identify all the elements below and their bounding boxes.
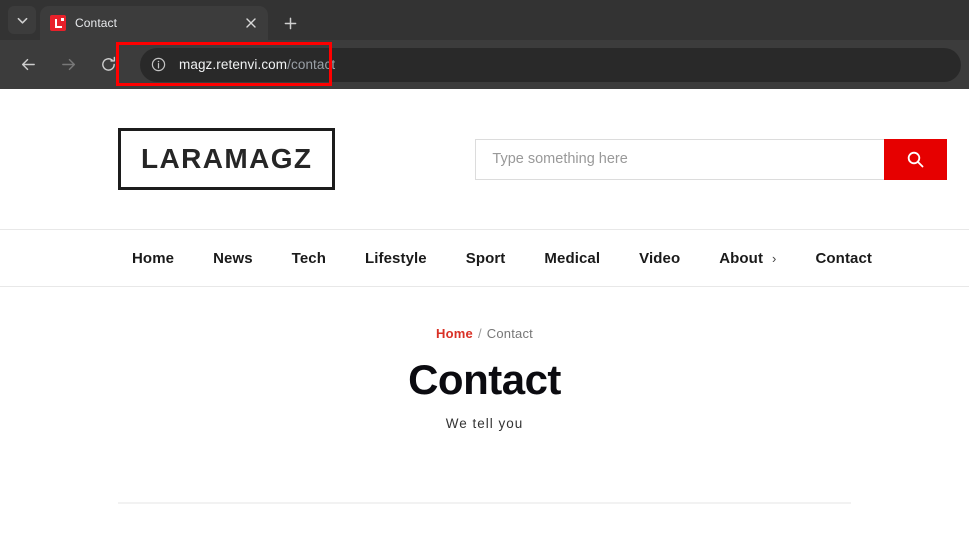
- section-divider: [118, 502, 851, 505]
- breadcrumb: Home / Contact: [0, 326, 969, 341]
- page-title: Contact: [408, 356, 561, 403]
- reload-icon: [101, 56, 115, 71]
- url-host: magz.retenvi.com: [179, 57, 288, 72]
- nav-item-news[interactable]: News: [213, 250, 253, 267]
- tab-strip: Contact: [0, 0, 969, 40]
- tab-title: Contact: [75, 16, 118, 30]
- nav-label: Video: [639, 249, 681, 267]
- nav-label: About: [719, 249, 764, 267]
- site-logo[interactable]: LARAMAGZ: [118, 128, 336, 190]
- chevron-right-icon: ›: [772, 250, 777, 266]
- nav-item-contact[interactable]: Contact: [815, 250, 872, 267]
- breadcrumb-link-home[interactable]: Home: [436, 326, 473, 341]
- omnibox-container: magz.retenvi.com/contact: [140, 47, 961, 82]
- breadcrumb-current: Contact: [486, 326, 533, 341]
- page-content: LARAMAGZ Home News Tech: [0, 89, 969, 555]
- plus-icon: [284, 17, 296, 29]
- page-subtitle: We tell you: [445, 416, 524, 432]
- page-hero: Home / Contact Contact We tell you: [0, 287, 969, 431]
- nav-label: Home: [132, 249, 175, 267]
- search-button[interactable]: [884, 138, 947, 180]
- search-input[interactable]: [475, 138, 884, 180]
- nav-item-video[interactable]: Video: [639, 250, 680, 267]
- site-search: [475, 138, 947, 180]
- nav-label: Tech: [291, 249, 326, 267]
- info-circle-icon: [151, 57, 165, 72]
- nav-item-sport[interactable]: Sport: [466, 250, 506, 267]
- main-navigation: Home News Tech Lifestyle Sport Medical V…: [0, 229, 969, 287]
- tab-close-button[interactable]: [242, 14, 260, 32]
- browser-window: Contact magz.retenvi.com/contact LARAMAG…: [0, 0, 969, 555]
- url-path: /contact: [287, 57, 336, 72]
- close-icon: [246, 18, 256, 28]
- site-info-button[interactable]: [145, 52, 171, 78]
- breadcrumb-separator: /: [477, 326, 482, 341]
- nav-item-tech[interactable]: Tech: [292, 250, 326, 267]
- forward-button[interactable]: [53, 50, 83, 80]
- site-header: LARAMAGZ: [0, 89, 969, 229]
- browser-toolbar: magz.retenvi.com/contact: [0, 40, 969, 89]
- nav-label: Contact: [815, 249, 873, 267]
- back-arrow-icon: [21, 58, 35, 71]
- nav-label: Sport: [465, 249, 506, 267]
- url-text: magz.retenvi.com/contact: [179, 57, 335, 72]
- new-tab-button[interactable]: [276, 9, 304, 37]
- forward-arrow-icon: [61, 58, 75, 71]
- nav-item-medical[interactable]: Medical: [544, 250, 600, 267]
- chevron-down-icon: [17, 17, 27, 24]
- nav-item-home[interactable]: Home: [132, 250, 174, 267]
- site-logo-text: LARAMAGZ: [141, 143, 313, 174]
- nav-label: Medical: [544, 249, 601, 267]
- laravel-logo-icon: [50, 15, 66, 31]
- nav-item-about[interactable]: About ›: [719, 250, 776, 267]
- back-button[interactable]: [13, 50, 43, 80]
- nav-item-lifestyle[interactable]: Lifestyle: [365, 250, 427, 267]
- search-icon: [907, 151, 924, 167]
- reload-button[interactable]: [93, 50, 123, 80]
- address-bar[interactable]: magz.retenvi.com/contact: [140, 47, 961, 82]
- tab-search-button[interactable]: [8, 6, 36, 34]
- nav-label: Lifestyle: [364, 249, 427, 267]
- browser-tab[interactable]: Contact: [40, 6, 268, 40]
- nav-label: News: [213, 249, 253, 267]
